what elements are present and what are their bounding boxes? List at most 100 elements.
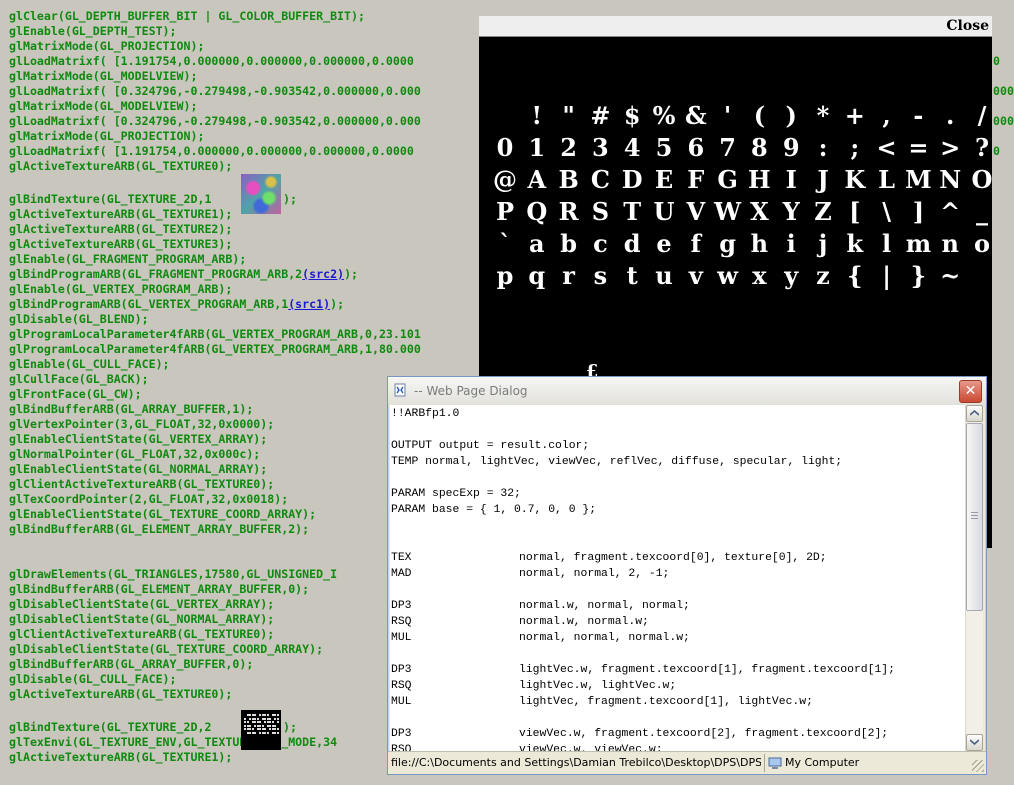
source-line-operands: lightVec, fragment.texcoord[1], lightVec… (519, 696, 813, 708)
glyph: m (905, 229, 932, 258)
source-line: RSQ (391, 680, 412, 692)
gl-call-line: glActiveTextureARB(GL_TEXTURE1); (9, 750, 232, 765)
glyph: e (656, 229, 672, 258)
gl-call-text: glLoadMatrixf( [1.191754,0.000000,0.0000… (9, 144, 414, 158)
status-bar: file://C:\Documents and Settings\Damian … (388, 751, 986, 774)
security-zone: My Computer (785, 756, 860, 769)
glyph: < (876, 133, 897, 162)
gl-call-text: glDisableClientState(GL_TEXTURE_COORD_AR… (9, 642, 324, 656)
resize-grip[interactable] (972, 760, 984, 772)
gl-call-text: glMatrixMode(GL_MODELVIEW); (9, 69, 198, 83)
glyph: @ (493, 165, 517, 194)
source-line: MAD (391, 568, 412, 580)
glyph: L (878, 165, 896, 194)
source-line: DP3 (391, 664, 412, 676)
gl-call-line: glBindBufferARB(GL_ARRAY_BUFFER,0); (9, 657, 253, 672)
gl-call-line: glEnableClientState(GL_TEXTURE_COORD_ARR… (9, 507, 316, 522)
gl-call-text: glBindProgramARB(GL_VERTEX_PROGRAM_ARB,1 (9, 297, 289, 311)
glyph: Q (526, 197, 548, 226)
glyph: 0 (496, 133, 514, 162)
source-line-operands: viewVec.w, viewVec.w; (519, 744, 663, 751)
source-line-operands: normal, fragment.texcoord[0], texture[0]… (519, 552, 827, 564)
glyph: ' (723, 101, 732, 130)
glyph-row: ` a b c d e f g h i j k l m n o (479, 228, 992, 260)
scroll-down-button[interactable] (966, 734, 983, 751)
glyph-row: p q r s t u v w x y z {|} ~ (479, 260, 992, 292)
gl-call-line: glDisableClientState(GL_TEXTURE_COORD_AR… (9, 642, 323, 657)
gl-call-text: glEnable(GL_FRAGMENT_PROGRAM_ARB); (9, 252, 247, 266)
glyph: F (687, 165, 705, 194)
source-line: PARAM specExp = 32; (391, 488, 521, 500)
glyph: i (786, 229, 796, 258)
glyph-row: ! " # $% & ' () * +, -. / (479, 100, 992, 132)
glyph: y (784, 261, 799, 290)
source-line-operands: normal.w, normal, normal; (519, 600, 690, 612)
shader-source-link[interactable]: (src1) (288, 297, 330, 311)
glyph: ^ (940, 197, 961, 226)
glyph: 7 (719, 133, 736, 162)
glyph: l (882, 229, 892, 258)
gl-call-line: glBindBufferARB(GL_ARRAY_BUFFER,1); (9, 402, 253, 417)
gl-call-line: glActiveTextureARB(GL_TEXTURE2); (9, 222, 232, 237)
scroll-up-button[interactable] (966, 405, 983, 422)
gl-call-line: glEnable(GL_FRAGMENT_PROGRAM_ARB); (9, 252, 246, 267)
gl-call-text: glLoadMatrixf( [0.324796,-0.279498,-0.90… (9, 114, 421, 128)
glyph: _ (976, 197, 988, 226)
dialog-title: -- Web Page Dialog (414, 384, 528, 398)
source-line: PARAM base = { 1, 0.7, 0, 0 }; (391, 504, 597, 516)
gl-call-line: glVertexPointer(3,GL_FLOAT,32,0x0000); (9, 417, 274, 432)
glyph: N (939, 165, 962, 194)
glyph-row: 0 1 2 3 4 5 6 7 8 9:; < = >? (479, 132, 992, 164)
shader-source-view: !!ARBfp1.0 OUTPUT output = result.color; T… (390, 405, 965, 751)
source-line-operands: viewVec.w, fragment.texcoord[2], fragmen… (519, 728, 889, 740)
glyph: R (558, 197, 579, 226)
glyph: A (527, 165, 547, 194)
chevron-up-icon (970, 410, 979, 416)
gl-call-text: glEnable(GL_VERTEX_PROGRAM_ARB); (9, 282, 233, 296)
glyph: | (882, 261, 891, 290)
dialog-titlebar[interactable]: -- Web Page Dialog ✕ (388, 377, 986, 405)
glyph: > (940, 133, 961, 162)
glyph: z (816, 261, 830, 290)
gl-call-text: glVertexPointer(3,GL_FLOAT,32,0x0000); (9, 417, 275, 431)
glyph: P (495, 197, 515, 226)
close-button[interactable]: Close (946, 17, 989, 35)
glyph: K (844, 165, 866, 194)
gl-call-line: glActiveTextureARB(GL_TEXTURE1); (9, 207, 232, 222)
glyph: T (623, 197, 642, 226)
gl-call-line: glBindBufferARB(GL_ELEMENT_ARRAY_BUFFER,… (9, 582, 309, 597)
glyph: ! (531, 101, 543, 130)
gl-call-text: glActiveTextureARB(GL_TEXTURE0); (9, 159, 233, 173)
glyph: a (529, 229, 545, 258)
scroll-thumb[interactable] (966, 423, 983, 611)
font-window-titlebar: Close (479, 16, 992, 37)
font-texture-thumbnail[interactable] (241, 710, 281, 750)
glyph: # (590, 101, 611, 130)
texture-thumbnail[interactable] (241, 174, 281, 214)
glyph: } (910, 261, 927, 290)
gl-call-line: glEnableClientState(GL_VERTEX_ARRAY); (9, 432, 267, 447)
shader-source-link[interactable]: (src2) (302, 267, 344, 281)
source-line: TEMP normal, lightVec, viewVec, reflVec,… (391, 456, 843, 468)
gl-call-text: ); (344, 267, 359, 281)
gl-call-text: ); (283, 192, 297, 206)
glyph: \ (882, 197, 891, 226)
glyph: 1 (528, 133, 546, 162)
gl-call-line: glDisable(GL_CULL_FACE); (9, 672, 177, 687)
glyph: s (593, 261, 608, 290)
glyph: W (714, 197, 742, 226)
gl-call-text: glBindBufferARB(GL_ARRAY_BUFFER,0); (9, 657, 254, 671)
web-page-dialog: -- Web Page Dialog ✕ !!ARBfp1.0 OUTPUT ou… (387, 376, 987, 775)
glyph: Y (782, 197, 800, 226)
gl-call-text: glClear(GL_DEPTH_BUFFER_BIT | GL_COLOR_B… (9, 9, 365, 23)
gl-call-line: glCullFace(GL_BACK); (9, 372, 149, 387)
dialog-close-button[interactable]: ✕ (959, 380, 982, 403)
glyph: , (882, 101, 891, 130)
glyph: 9 (782, 133, 800, 162)
gl-call-text: glClientActiveTextureARB(GL_TEXTURE0); (9, 477, 275, 491)
gl-call-text: glDisableClientState(GL_NORMAL_ARRAY); (9, 612, 275, 626)
glyph: b (560, 229, 577, 258)
source-line-operands: lightVec.w, lightVec.w; (519, 680, 677, 692)
gl-call-text: glDisable(GL_BLEND); (9, 312, 149, 326)
vertical-scrollbar[interactable] (965, 405, 983, 751)
